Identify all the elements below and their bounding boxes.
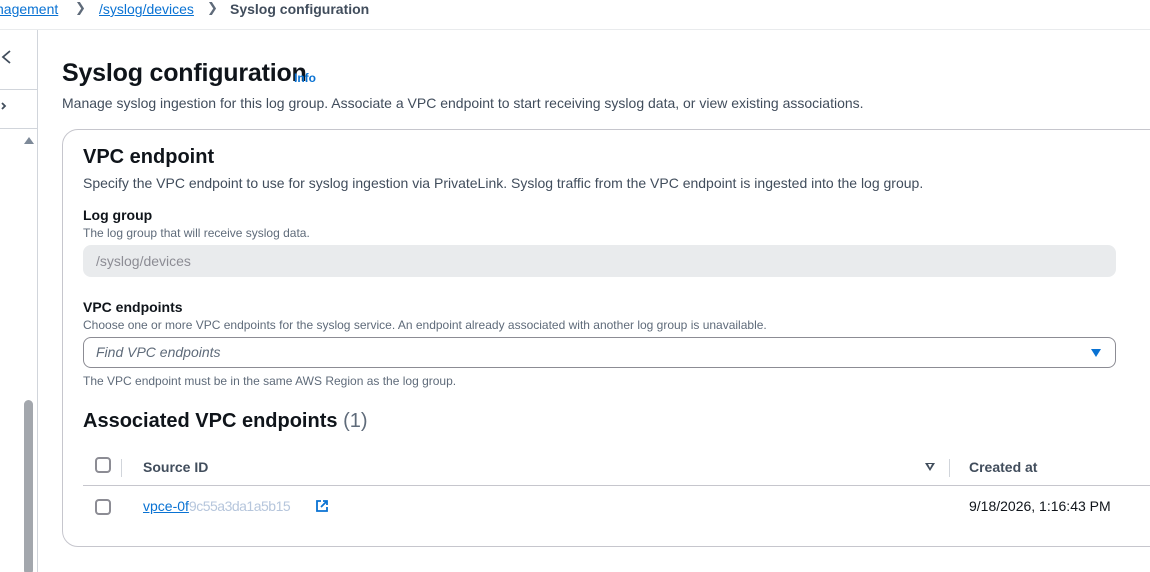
vpc-endpoints-select[interactable]: Find VPC endpoints bbox=[83, 337, 1116, 368]
column-divider bbox=[121, 459, 122, 477]
associated-count: (1) bbox=[343, 410, 368, 432]
page-description: Manage syslog ingestion for this log gro… bbox=[62, 95, 864, 111]
associated-endpoints-title: Associated VPC endpoints (1) bbox=[83, 410, 368, 433]
log-group-input: /syslog/devices bbox=[83, 245, 1116, 277]
scroll-up-icon[interactable] bbox=[24, 137, 34, 144]
column-divider bbox=[949, 459, 950, 477]
side-navigation bbox=[0, 30, 38, 572]
chevron-left-icon[interactable] bbox=[0, 46, 20, 68]
scrollbar-thumb[interactable] bbox=[24, 400, 33, 572]
vpc-endpoints-placeholder: Find VPC endpoints bbox=[96, 344, 221, 360]
source-id-visible: vpce-0f bbox=[143, 498, 189, 514]
dropdown-caret-icon[interactable] bbox=[1091, 349, 1101, 357]
breadcrumb-link-log-group[interactable]: /syslog/devices bbox=[99, 1, 194, 17]
breadcrumb-separator-icon: ❯ bbox=[75, 0, 86, 15]
external-link-icon[interactable] bbox=[315, 499, 329, 513]
nav-divider bbox=[0, 89, 37, 90]
vpc-endpoints-constraint: The VPC endpoint must be in the same AWS… bbox=[83, 374, 457, 388]
breadcrumb-current: Syslog configuration bbox=[230, 1, 370, 17]
vpc-endpoint-container: VPC endpoint Specify the VPC endpoint to… bbox=[62, 129, 1150, 547]
associated-title-text: Associated VPC endpoints bbox=[83, 410, 338, 432]
log-group-description: The log group that will receive syslog d… bbox=[83, 226, 310, 240]
select-all-checkbox[interactable] bbox=[95, 457, 111, 473]
table-row: vpce-0f9c55a3da1a5b15 9/18/2026, 1:16:43… bbox=[83, 487, 1150, 527]
breadcrumb-separator-icon: ❯ bbox=[207, 0, 218, 15]
main-content: Syslog configuration Info Manage syslog … bbox=[38, 31, 1150, 572]
sort-icon[interactable] bbox=[925, 463, 935, 471]
vpc-endpoints-description: Choose one or more VPC endpoints for the… bbox=[83, 318, 767, 332]
source-id-redacted: 9c55a3da1a5b15 bbox=[188, 498, 291, 514]
info-link[interactable]: Info bbox=[294, 71, 316, 85]
section-title: VPC endpoint bbox=[83, 146, 215, 168]
table-header: Source ID Created at bbox=[83, 447, 1150, 486]
vpc-endpoints-label: VPC endpoints bbox=[83, 299, 183, 315]
nav-divider bbox=[0, 128, 37, 129]
caret-right-icon[interactable] bbox=[0, 100, 8, 115]
scrollbar[interactable] bbox=[24, 148, 33, 572]
section-description: Specify the VPC endpoint to use for sysl… bbox=[83, 175, 924, 191]
column-header-source-id[interactable]: Source ID bbox=[143, 459, 208, 475]
page-title: Syslog configuration bbox=[62, 59, 307, 87]
source-id-link[interactable]: vpce-0f9c55a3da1a5b15 bbox=[143, 498, 291, 514]
column-header-created-at[interactable]: Created at bbox=[969, 459, 1037, 475]
breadcrumb-link-management[interactable]: nagement bbox=[0, 1, 58, 17]
breadcrumb: nagement ❯ /syslog/devices ❯ Syslog conf… bbox=[0, 0, 1150, 30]
created-at-cell: 9/18/2026, 1:16:43 PM bbox=[969, 498, 1111, 514]
row-checkbox[interactable] bbox=[95, 499, 111, 515]
log-group-label: Log group bbox=[83, 207, 153, 223]
